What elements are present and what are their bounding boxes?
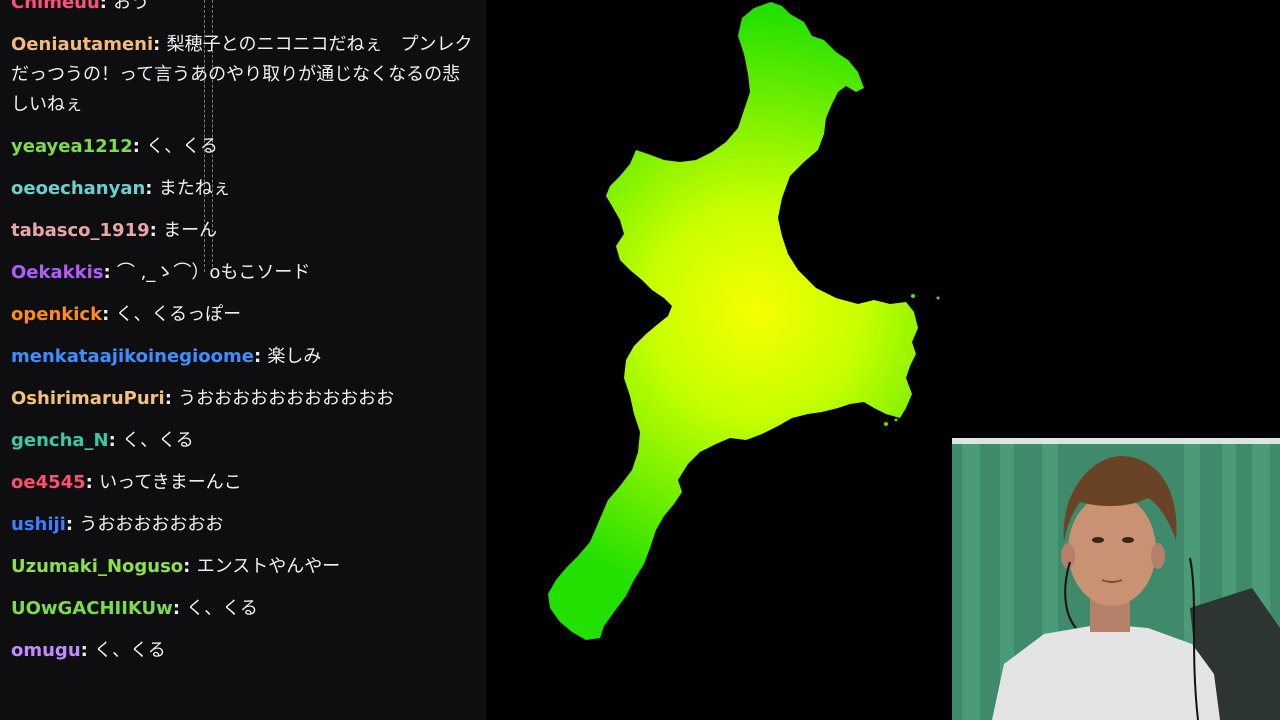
chat-message-list: Chimeuu: おう Oeniautameni: 梨穂子とのニコニコだねぇ プン… <box>0 0 486 672</box>
chat-separator: : <box>99 0 114 13</box>
chat-username[interactable]: menkataajikoinegioome <box>11 346 254 367</box>
chat-username[interactable]: Oekakkis <box>11 262 103 283</box>
chat-separator: : <box>102 304 116 325</box>
chat-message-text: く、くるっぽー <box>115 304 242 325</box>
chat-separator: : <box>80 640 95 661</box>
chat-message: openkick: く、くるっぽー <box>0 294 486 336</box>
chat-message: yeayea1212: く、くる <box>0 126 486 168</box>
chat-username[interactable]: ushiji <box>11 514 66 535</box>
chat-username[interactable]: Chimeuu <box>11 0 100 13</box>
chat-message: ushiji: うおおおおおおお <box>0 504 486 546</box>
chat-message-text: ⌒ ,_ゝ⌒）oもこソード <box>116 262 311 283</box>
chat-username[interactable]: Oeniautameni <box>11 34 153 55</box>
mie-prefecture-shape <box>548 2 918 640</box>
chat-message: gencha_N: く、くる <box>0 420 486 462</box>
chat-username[interactable]: openkick <box>11 304 102 325</box>
chat-separator: : <box>153 34 167 55</box>
chat-message-text: く、くる <box>94 640 166 661</box>
prefecture-map <box>486 0 952 720</box>
chat-username[interactable]: gencha_N <box>11 430 109 451</box>
chat-username[interactable]: yeayea1212 <box>11 136 133 157</box>
chat-username[interactable]: oe4545 <box>11 472 86 493</box>
chat-message-text: エンストやんやー <box>196 556 341 577</box>
chat-separator: : <box>108 430 123 451</box>
chat-message-text: く、くる <box>186 598 258 619</box>
webcam-feed <box>952 438 1280 720</box>
chat-message: oeoechanyan: またねぇ <box>0 168 486 210</box>
chat-username[interactable]: Uzumaki_Noguso <box>11 556 183 577</box>
chat-message-text: おう <box>113 0 150 13</box>
chat-separator: : <box>85 472 100 493</box>
chat-separator: : <box>145 178 159 199</box>
chat-separator: : <box>103 262 117 283</box>
chat-message-text: またねぇ <box>158 178 231 199</box>
chat-message: oe4545: いってきまーんこ <box>0 462 486 504</box>
chat-message: Oekakkis: ⌒ ,_ゝ⌒）oもこソード <box>0 252 486 294</box>
chat-message: Uzumaki_Noguso: エンストやんやー <box>0 546 486 588</box>
chat-message-text: 楽しみ <box>267 346 322 367</box>
stream-stage: Chimeuu: おう Oeniautameni: 梨穂子とのニコニコだねぇ プン… <box>0 0 1280 720</box>
chat-message-text: うおおおおおおおおおおお <box>178 388 395 409</box>
chat-username[interactable]: tabasco_1919 <box>11 220 150 241</box>
chat-message: menkataajikoinegioome: 楽しみ <box>0 336 486 378</box>
chat-username[interactable]: UOwGACHIIKUw <box>11 598 173 619</box>
chat-username[interactable]: oeoechanyan <box>11 178 145 199</box>
chat-scroll-marker <box>204 0 213 272</box>
chat-separator: : <box>149 220 164 241</box>
chat-separator: : <box>253 346 268 367</box>
chat-message-text: いってきまーんこ <box>99 472 242 493</box>
chat-separator: : <box>164 388 179 409</box>
chat-message: Chimeuu: おう <box>0 0 486 24</box>
chat-message-text: く、くる <box>122 430 194 451</box>
prefecture-map-svg <box>548 2 940 640</box>
chat-separator: : <box>183 556 197 577</box>
chat-message-text: うおおおおおおお <box>79 514 224 535</box>
chat-username[interactable]: OshirimaruPuri <box>11 388 165 409</box>
webcam-image <box>952 438 1280 720</box>
chat-username[interactable]: omugu <box>11 640 81 661</box>
chat-panel[interactable]: Chimeuu: おう Oeniautameni: 梨穂子とのニコニコだねぇ プン… <box>0 0 486 720</box>
chat-separator: : <box>132 136 147 157</box>
chat-separator: : <box>172 598 187 619</box>
chat-message: tabasco_1919: まーん <box>0 210 486 252</box>
chat-message: Oeniautameni: 梨穂子とのニコニコだねぇ プンレクだっつうの！って言… <box>0 24 486 126</box>
chat-message: UOwGACHIIKUw: く、くる <box>0 588 486 630</box>
chat-message: OshirimaruPuri: うおおおおおおおおおおお <box>0 378 486 420</box>
chat-message: omugu: く、くる <box>0 630 486 672</box>
chat-separator: : <box>65 514 80 535</box>
